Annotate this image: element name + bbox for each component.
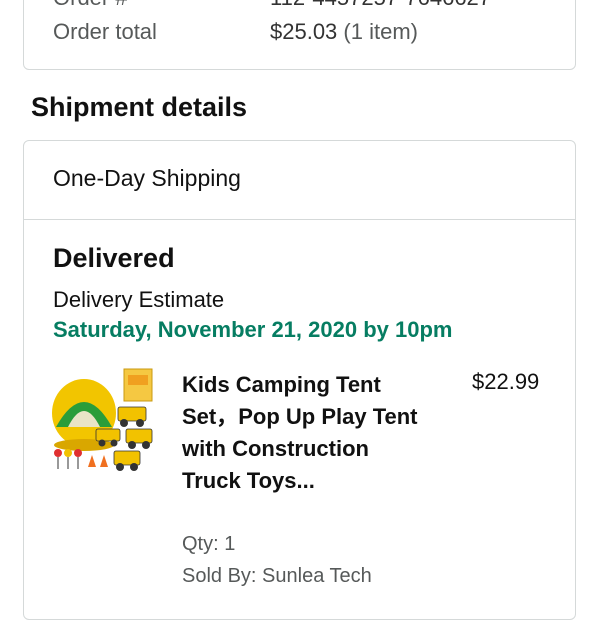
product-seller: Sold By: Sunlea Tech	[182, 565, 372, 587]
order-total-value: $25.03 (1 item)	[270, 19, 418, 45]
shipping-method: One-Day Shipping	[53, 165, 241, 191]
product-thumbnail[interactable]	[52, 367, 156, 477]
product-image-icon	[52, 368, 153, 471]
delivery-estimate-date: Saturday, November 21, 2020 by 10pm	[53, 317, 453, 342]
order-total-amount: $25.03	[270, 19, 338, 44]
product-title-link[interactable]: Kids Camping Tent Set，Pop Up Play Tent w…	[182, 369, 422, 497]
divider	[24, 219, 575, 220]
shipment-details-heading: Shipment details	[31, 92, 248, 122]
delivery-estimate-label: Delivery Estimate	[53, 287, 225, 312]
order-number-value: 112-4457257-7646627	[270, 0, 491, 11]
order-total-label: Order total	[53, 19, 157, 44]
order-summary-card: Order # 112-4457257-7646627 Order total …	[23, 0, 576, 70]
order-number-label: Order #	[53, 0, 128, 11]
order-total-items: (1 item)	[343, 19, 418, 44]
delivery-status: Delivered	[53, 243, 175, 273]
product-price: $22.99	[472, 369, 540, 394]
shipment-card: One-Day Shipping Delivered Delivery Esti…	[23, 140, 576, 620]
product-quantity: Qty: 1	[182, 533, 236, 555]
